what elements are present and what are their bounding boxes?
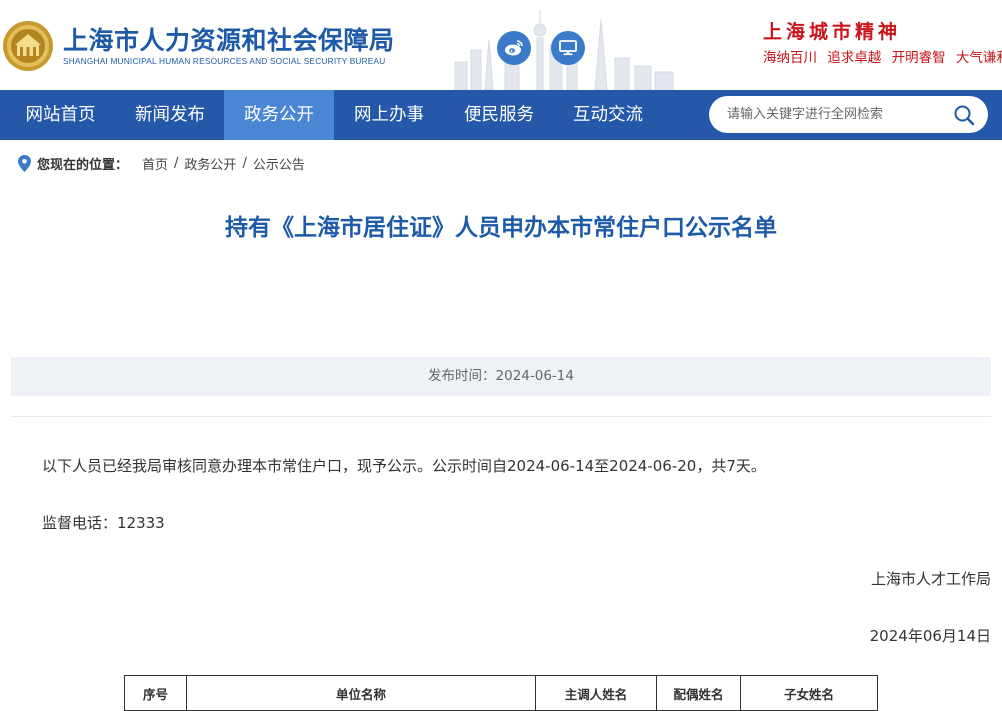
search-input[interactable] <box>727 96 947 133</box>
location-pin-icon <box>18 154 31 172</box>
publish-date-label: 发布时间： <box>428 368 496 384</box>
spirit-phrase: 追求卓越 <box>827 50 882 66</box>
desktop-version-button[interactable] <box>551 31 585 65</box>
site-search <box>709 96 988 133</box>
site-header: 上海市人力资源和社会保障局 SHANGHAI MUNICIPAL HUMAN R… <box>0 0 1002 90</box>
article-title: 持有《上海市居住证》人员申办本市常住户口公示名单 <box>225 215 777 241</box>
breadcrumb-announcements[interactable]: 公示公告 <box>253 154 305 173</box>
nav-item-online-services[interactable]: 网上办事 <box>334 90 444 140</box>
site-title[interactable]: 上海市人力资源和社会保障局 <box>63 21 395 57</box>
breadcrumb: 您现在的位置： 首页 / 政务公开 / 公示公告 <box>18 153 305 173</box>
breadcrumb-government-affairs[interactable]: 政务公开 <box>184 154 236 173</box>
hotline-paragraph: 监督电话：12333 <box>42 514 165 532</box>
city-spirit-title: 上海城市精神 <box>763 21 902 43</box>
publish-date-bar: 发布时间：2024-06-14 <box>11 357 991 396</box>
nav-item-home[interactable]: 网站首页 <box>8 90 113 140</box>
nav-item-government-affairs[interactable]: 政务公开 <box>224 90 334 140</box>
column-header-applicant: 主调人姓名 <box>535 675 657 711</box>
bureau-emblem-icon[interactable] <box>2 20 54 72</box>
weibo-icon <box>505 40 523 56</box>
nav-item-news[interactable]: 新闻发布 <box>116 90 224 140</box>
column-header-children: 子女姓名 <box>740 675 878 711</box>
spirit-phrase: 开明睿智 <box>891 50 946 66</box>
nav-item-interaction[interactable]: 互动交流 <box>554 90 662 140</box>
breadcrumb-separator: / <box>242 155 247 171</box>
spirit-phrase: 大气谦和 <box>955 50 1002 66</box>
search-icon[interactable] <box>953 104 975 126</box>
roster-table: 序号 单位名称 主调人姓名 配偶姓名 子女姓名 <box>124 675 878 711</box>
intro-paragraph: 以下人员已经我局审核同意办理本市常住户口，现予公示。公示时间自2024-06-1… <box>42 457 766 475</box>
weibo-button[interactable] <box>497 31 531 65</box>
desktop-icon <box>559 40 577 56</box>
breadcrumb-home[interactable]: 首页 <box>142 154 168 173</box>
spirit-phrase: 海纳百川 <box>763 50 817 66</box>
column-header-spouse: 配偶姓名 <box>656 675 741 711</box>
publish-date: 2024-06-14 <box>495 368 574 384</box>
breadcrumb-separator: / <box>174 155 179 171</box>
column-header-employer: 单位名称 <box>186 675 536 711</box>
nav-item-convenience-services[interactable]: 便民服务 <box>444 90 554 140</box>
column-header-index: 序号 <box>124 675 187 711</box>
content-divider <box>11 416 991 417</box>
sign-date: 2024年06月14日 <box>869 627 991 645</box>
breadcrumb-label: 您现在的位置： <box>37 157 129 173</box>
signer: 上海市人才工作局 <box>870 570 991 588</box>
table-header-row: 序号 单位名称 主调人姓名 配偶姓名 子女姓名 <box>124 675 878 711</box>
site-subtitle: SHANGHAI MUNICIPAL HUMAN RESOURCES AND S… <box>63 56 386 66</box>
city-spirit-phrases: 海纳百川 追求卓越 开明睿智 大气谦和 <box>763 46 1002 66</box>
